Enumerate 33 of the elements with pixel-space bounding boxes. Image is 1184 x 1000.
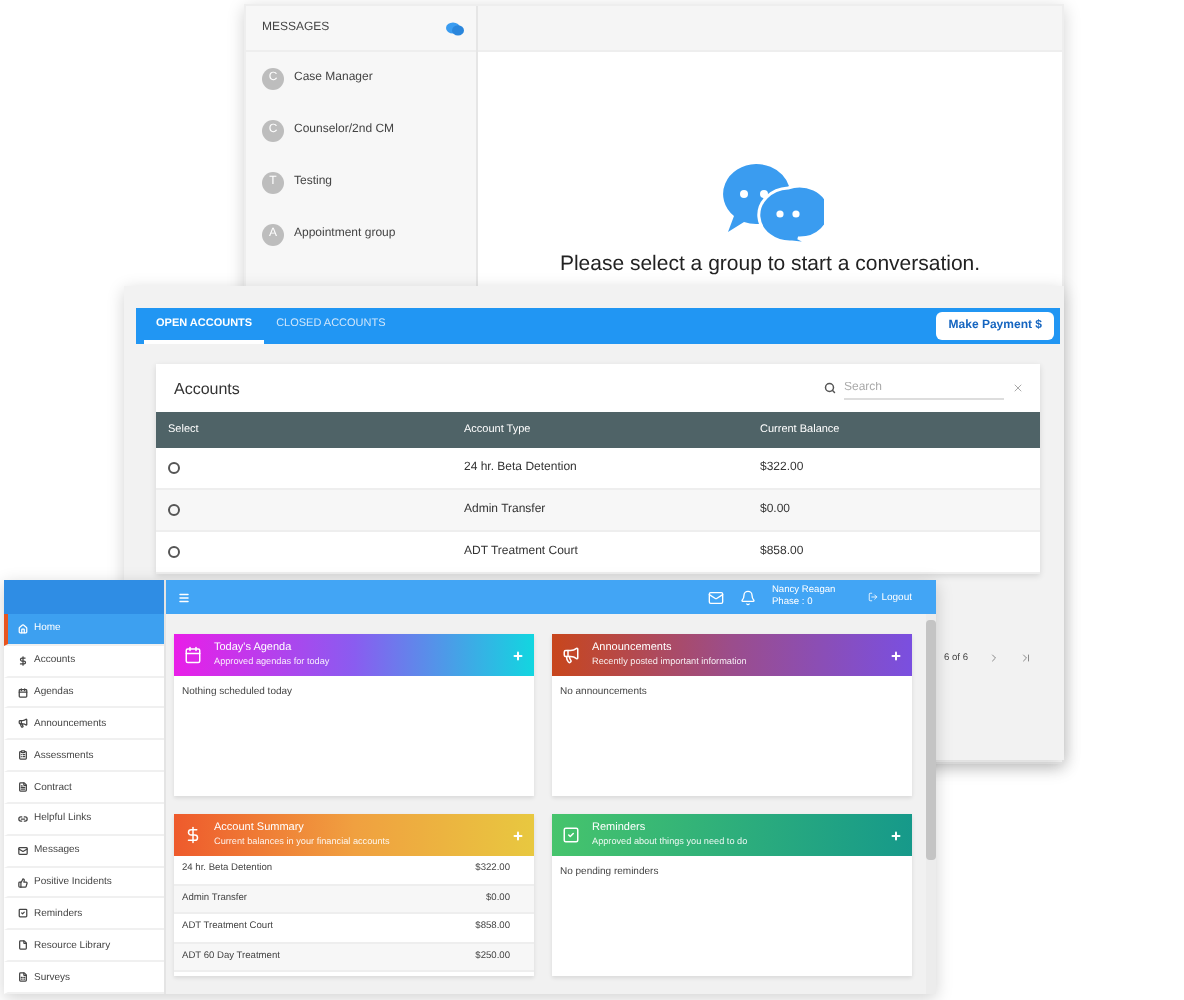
accounts-title: Accounts [174,379,240,397]
envelope-icon[interactable] [707,589,724,605]
row-radio[interactable] [168,504,180,516]
megaphone-icon [18,718,28,729]
last-page-icon[interactable] [1020,652,1033,664]
megaphone-icon [562,646,580,664]
plus-icon[interactable] [890,649,902,661]
link-icon [18,813,28,824]
calendar-icon [18,687,28,698]
chat-bubbles-icon[interactable] [446,21,464,35]
document-icon [18,782,28,793]
dollar-icon [184,826,202,844]
row-radio[interactable] [168,546,180,558]
menu-icon[interactable] [178,591,190,603]
close-icon[interactable] [1012,382,1024,394]
calendar-icon [184,646,202,664]
thumbs-up-icon [18,877,28,888]
plus-icon[interactable] [890,829,902,841]
checkbox-icon [562,826,580,844]
house-icon [18,623,28,634]
envelope-icon [18,845,28,856]
next-page-icon[interactable] [988,652,1001,664]
logout-icon [867,592,878,602]
search-icon [824,382,836,394]
empty-prompt: Please select a group to start a conversation. [559,252,981,276]
spreadsheet-icon [18,972,28,983]
bell-icon[interactable] [739,589,756,605]
clipboard-icon [18,750,28,761]
checkbox-icon [18,908,28,919]
file-icon [18,940,28,951]
dollar-icon [18,655,28,666]
row-radio[interactable] [168,462,180,474]
scrollbar[interactable] [926,614,936,994]
